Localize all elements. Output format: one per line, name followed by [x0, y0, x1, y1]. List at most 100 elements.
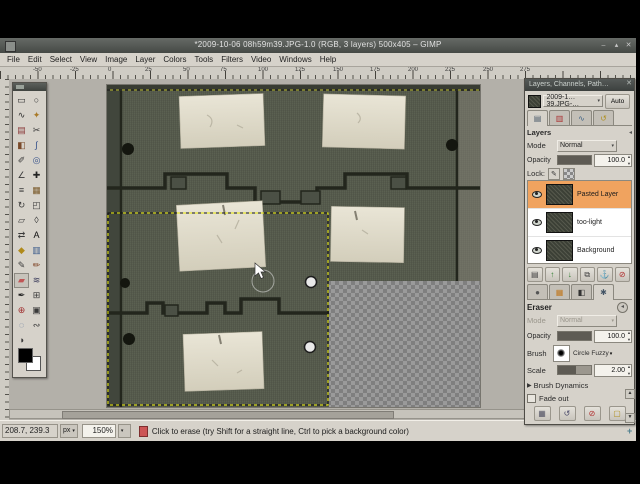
unit-combo[interactable]: px ▾ — [60, 424, 78, 438]
menu-filters[interactable]: Filters — [217, 55, 247, 64]
layer-opacity-spin[interactable]: 100.0 ▲ ▼ — [594, 153, 632, 167]
tool-ellipse-select[interactable]: ○ — [29, 93, 44, 108]
brush-dynamics-label[interactable]: Brush Dynamics — [534, 381, 589, 390]
layer-row-background[interactable]: Background — [528, 237, 631, 263]
menu-colors[interactable]: Colors — [159, 55, 190, 64]
raise-layer-button[interactable]: ↑ — [544, 267, 560, 282]
delete-layer-button[interactable]: ⊘ — [614, 267, 630, 282]
scrollbar-thumb[interactable] — [62, 411, 394, 419]
save-options-button[interactable]: ▦ — [533, 406, 551, 421]
tool-zoom[interactable]: ◎ — [29, 153, 44, 168]
menu-select[interactable]: Select — [46, 55, 76, 64]
canvas-image[interactable] — [107, 85, 480, 407]
tab-paths[interactable]: ∿ — [571, 110, 592, 125]
tool-dodge-burn[interactable]: ◑ — [14, 333, 29, 348]
menu-help[interactable]: Help — [316, 55, 340, 64]
tool-paths[interactable]: ∫ — [29, 138, 44, 153]
tool-scale[interactable]: ◰ — [29, 198, 44, 213]
tool-pencil[interactable]: ✎ — [14, 258, 29, 273]
erase-opacity-slider[interactable] — [557, 331, 592, 341]
minimize-button[interactable]: – — [598, 41, 609, 50]
tool-free-select[interactable]: ∿ — [14, 108, 29, 123]
tab-gradients[interactable]: ◧ — [571, 284, 592, 299]
brush-name[interactable]: Circle Fuzzy — [573, 350, 609, 357]
image-selector-combo[interactable]: 2009-1…39.JPG-… ▾ — [543, 94, 604, 108]
tab-menu-icon[interactable]: ◂ — [629, 129, 632, 136]
tool-move[interactable]: ✚ — [29, 168, 44, 183]
lock-alpha-icon[interactable] — [562, 167, 575, 180]
tool-shear[interactable]: ▱ — [14, 213, 29, 228]
menu-video[interactable]: Video — [247, 55, 275, 64]
tool-blend[interactable]: ▥ — [29, 243, 44, 258]
visibility-eye-icon[interactable] — [532, 247, 542, 254]
tab-brushes[interactable]: ● — [527, 284, 548, 299]
tool-fuzzy-select[interactable]: ✦ — [29, 108, 44, 123]
tool-align[interactable]: ≡ — [14, 183, 29, 198]
tab-tool-options[interactable]: ✱ — [593, 283, 614, 300]
lower-layer-button[interactable]: ↓ — [562, 267, 578, 282]
tool-flip[interactable]: ⇄ — [14, 228, 29, 243]
tool-color-picker[interactable]: ✐ — [14, 153, 29, 168]
reset-options-button[interactable]: ▢ — [608, 406, 626, 421]
brush-preview-button[interactable] — [553, 345, 570, 362]
maximize-button[interactable]: ▴ — [611, 41, 622, 50]
duplicate-layer-button[interactable]: ⧉ — [579, 267, 595, 282]
tool-blur-sharpen[interactable]: ◌ — [14, 318, 29, 333]
zoom-level-entry[interactable]: 150% — [81, 424, 116, 438]
close-button[interactable]: ✕ — [623, 41, 634, 50]
dock-resize-grip[interactable]: + — [627, 426, 632, 436]
tool-text[interactable]: A — [29, 228, 44, 243]
tool-measure[interactable]: ∠ — [14, 168, 29, 183]
scroll-up-icon[interactable]: ▲ — [625, 389, 635, 399]
layer-mode-combo[interactable]: Normal ▾ — [557, 139, 617, 152]
tool-options-menu-icon[interactable]: ◂ — [617, 301, 628, 313]
scale-slider[interactable] — [557, 365, 592, 375]
tab-layers[interactable]: ▤ — [527, 109, 548, 126]
tool-smudge[interactable]: ∾ — [29, 318, 44, 333]
tab-channels[interactable]: ▥ — [549, 110, 570, 125]
tool-eraser[interactable]: ▰ — [14, 273, 29, 288]
tool-heal[interactable]: ⊕ — [14, 303, 29, 318]
delete-options-button[interactable]: ⊘ — [583, 406, 601, 421]
layer-row-pasted-layer[interactable]: Pasted Layer — [528, 181, 631, 209]
layer-row-too-light[interactable]: too-light — [528, 209, 631, 237]
tool-paintbrush[interactable]: ✏ — [29, 258, 44, 273]
expander-triangle-icon[interactable]: ▶ — [527, 382, 532, 389]
toolbox-window[interactable]: ▭ ○ ∿ ✦ ▤ ✂ ◧ ∫ ✐ ◎ ∠ ✚ ≡ ▦ ↻ ◰ ▱ ◊ ⇄ A ◆ ▥ ✎ ✏ ▰ ≋ ✒ ⊞ ⊕ ▣ ◌ ∾ ◑ — [12, 82, 47, 378]
restore-options-button[interactable]: ↺ — [558, 406, 576, 421]
menu-tools[interactable]: Tools — [191, 55, 218, 64]
tool-rect-select[interactable]: ▭ — [14, 93, 29, 108]
menu-file[interactable]: File — [3, 55, 24, 64]
tool-rotate[interactable]: ↻ — [14, 198, 29, 213]
zoom-combo-arrow[interactable]: ▾ — [117, 424, 131, 438]
foreground-color-swatch[interactable] — [18, 348, 33, 363]
tool-ink[interactable]: ✒ — [14, 288, 29, 303]
anchor-layer-button[interactable]: ⚓ — [597, 267, 613, 282]
auto-button[interactable]: Auto — [605, 93, 630, 109]
tool-foreground-select[interactable]: ◧ — [14, 138, 29, 153]
menu-edit[interactable]: Edit — [24, 55, 46, 64]
menu-view[interactable]: View — [76, 55, 101, 64]
erase-opacity-spin[interactable]: 100.0 ▲ ▼ — [594, 329, 632, 343]
visibility-eye-icon[interactable] — [532, 219, 542, 226]
menu-image[interactable]: Image — [101, 55, 131, 64]
layers-dock-window[interactable]: Layers, Channels, Path… ✕ 2009-1…39.JPG-… — [524, 78, 635, 425]
dock-close-icon[interactable]: ✕ — [626, 79, 632, 87]
visibility-eye-icon[interactable] — [532, 191, 542, 198]
layer-opacity-slider[interactable] — [557, 155, 592, 165]
new-layer-button[interactable]: ▤ — [527, 267, 543, 282]
toolbox-titlebar[interactable] — [13, 83, 46, 91]
lock-pixels-icon[interactable]: ✎ — [547, 167, 560, 180]
menu-windows[interactable]: Windows — [275, 55, 315, 64]
tool-clone[interactable]: ⊞ — [29, 288, 44, 303]
tab-undo-history[interactable]: ↺ — [593, 110, 614, 125]
scale-spin[interactable]: 2.00 ▲ ▼ — [594, 363, 632, 377]
tool-perspective-clone[interactable]: ▣ — [29, 303, 44, 318]
tool-crop[interactable]: ▦ — [29, 183, 44, 198]
tab-patterns[interactable]: ▦ — [549, 284, 570, 299]
tool-bucket-fill[interactable]: ◆ — [14, 243, 29, 258]
tool-perspective[interactable]: ◊ — [29, 213, 44, 228]
dock-titlebar[interactable]: Layers, Channels, Path… — [525, 79, 634, 91]
fade-out-checkbox[interactable] — [527, 394, 536, 403]
menu-layer[interactable]: Layer — [131, 55, 159, 64]
